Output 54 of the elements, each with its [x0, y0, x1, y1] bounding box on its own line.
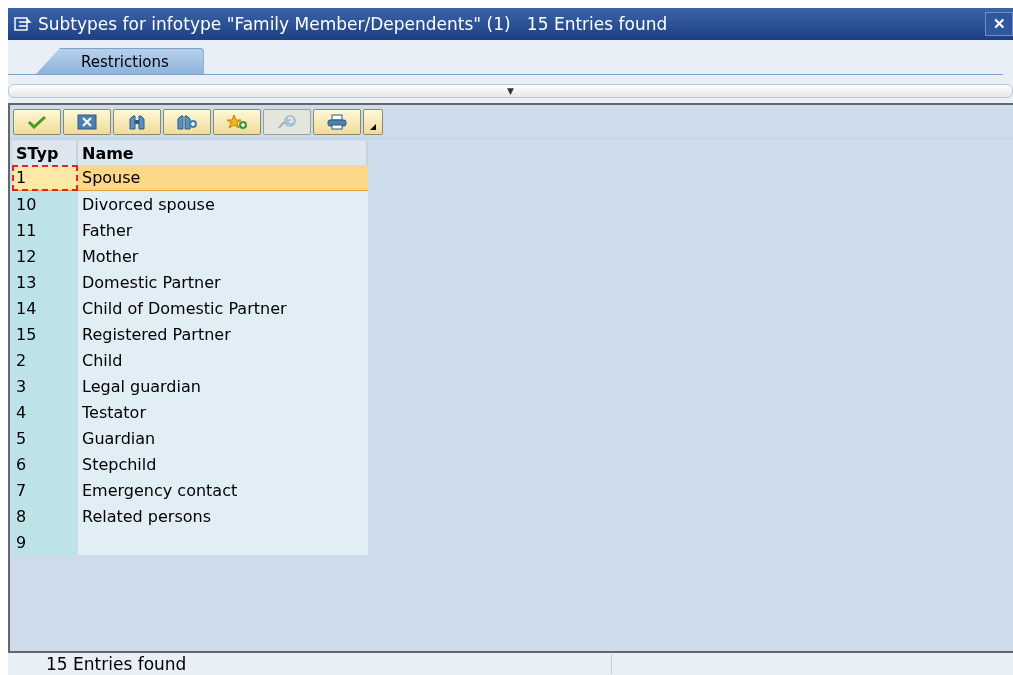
- find-next-button[interactable]: [163, 109, 211, 135]
- caret-icon: [370, 124, 376, 130]
- table-cell[interactable]: 7: [12, 477, 78, 503]
- column-header[interactable]: STyp: [12, 141, 78, 165]
- favorite-add-button[interactable]: [213, 109, 261, 135]
- table-cell[interactable]: Legal guardian: [78, 373, 368, 399]
- table-cell[interactable]: 6: [12, 451, 78, 477]
- table-cell[interactable]: Registered Partner: [78, 321, 368, 347]
- table-cell[interactable]: 8: [12, 503, 78, 529]
- table-cell[interactable]: 11: [12, 217, 78, 243]
- table-cell[interactable]: 13: [12, 269, 78, 295]
- collapse-bar[interactable]: ▼: [8, 84, 1013, 98]
- tab[interactable]: Restrictions: [36, 48, 204, 74]
- table-cell[interactable]: Spouse: [78, 165, 368, 191]
- print-button[interactable]: [313, 109, 361, 135]
- table-cell[interactable]: 14: [12, 295, 78, 321]
- table-cell[interactable]: Child: [78, 347, 368, 373]
- table-cell[interactable]: 2: [12, 347, 78, 373]
- table-cell[interactable]: 4: [12, 399, 78, 425]
- table-cell[interactable]: Father: [78, 217, 368, 243]
- table-cell[interactable]: Stepchild: [78, 451, 368, 477]
- find-button[interactable]: [113, 109, 161, 135]
- window-title: Subtypes for infotype "Family Member/Dependents" (1) 15 Entries found: [38, 14, 669, 34]
- status-text: 15 Entries found: [46, 654, 188, 674]
- table-cell[interactable]: Related persons: [78, 503, 368, 529]
- table-cell[interactable]: 5: [12, 425, 78, 451]
- collapse-toggle[interactable]: ▼: [507, 86, 514, 96]
- table-cell[interactable]: 9: [12, 529, 78, 555]
- table-cell[interactable]: 12: [12, 243, 78, 269]
- ok-button[interactable]: [13, 109, 61, 135]
- table-cell[interactable]: Domestic Partner: [78, 269, 368, 295]
- table-cell[interactable]: Guardian: [78, 425, 368, 451]
- table-cell[interactable]: Child of Domestic Partner: [78, 295, 368, 321]
- printer-icon: [326, 114, 348, 130]
- table-cell[interactable]: 10: [12, 191, 78, 217]
- table-cell[interactable]: 15: [12, 321, 78, 347]
- table-cell[interactable]: Testator: [78, 399, 368, 425]
- column-header[interactable]: Name: [78, 141, 368, 165]
- table-cell[interactable]: 3: [12, 373, 78, 399]
- window-icon: [14, 17, 32, 31]
- close-icon: [76, 114, 98, 130]
- table-cell[interactable]: Emergency contact: [78, 477, 368, 503]
- table-cell[interactable]: 1: [12, 165, 78, 191]
- menu-button[interactable]: [363, 109, 383, 135]
- table-cell[interactable]: Mother: [78, 243, 368, 269]
- table-cell[interactable]: [78, 529, 368, 555]
- star-plus-icon: [226, 114, 248, 130]
- check-icon: [26, 114, 48, 130]
- binoculars-icon: [126, 114, 148, 130]
- close-button[interactable]: ✕: [985, 12, 1013, 36]
- binoculars-plus-icon: [176, 114, 198, 130]
- help-icon: [276, 114, 298, 130]
- table-cell[interactable]: Divorced spouse: [78, 191, 368, 217]
- cancel-button[interactable]: [63, 109, 111, 135]
